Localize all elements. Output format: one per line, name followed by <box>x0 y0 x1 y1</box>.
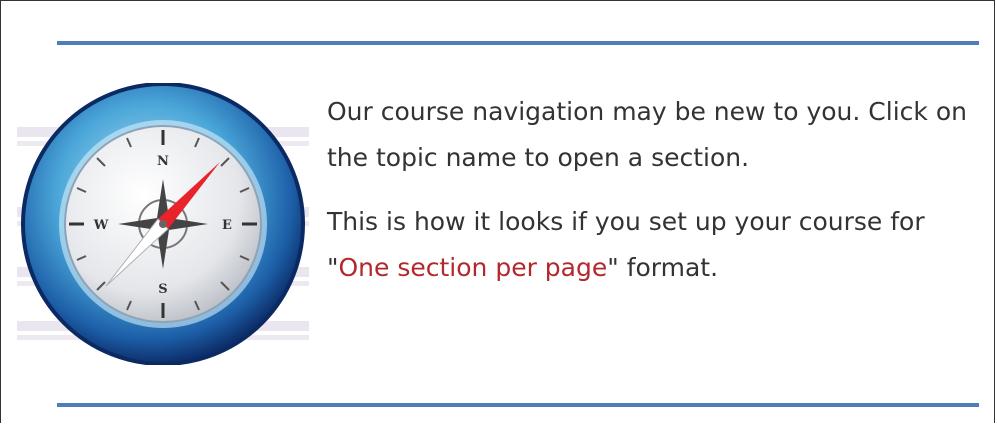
paragraph-2-end: " format. <box>607 253 719 282</box>
format-name-highlight: One section per page <box>338 253 608 282</box>
compass-west-label: W <box>93 218 109 233</box>
compass-east-label: E <box>222 218 232 233</box>
info-panel: N S W E Our course navigation may be new… <box>0 0 995 423</box>
intro-paragraph-1: Our course navigation may be new to you.… <box>327 97 967 172</box>
compass-south-label: S <box>158 282 167 297</box>
compass-north-label: N <box>157 154 169 169</box>
compass-icon: N S W E <box>17 83 309 365</box>
bottom-divider <box>57 403 979 407</box>
top-divider <box>57 41 979 45</box>
intro-paragraph-2: This is how it looks if you set up your … <box>327 199 967 291</box>
intro-text: Our course navigation may be new to you.… <box>327 89 967 291</box>
